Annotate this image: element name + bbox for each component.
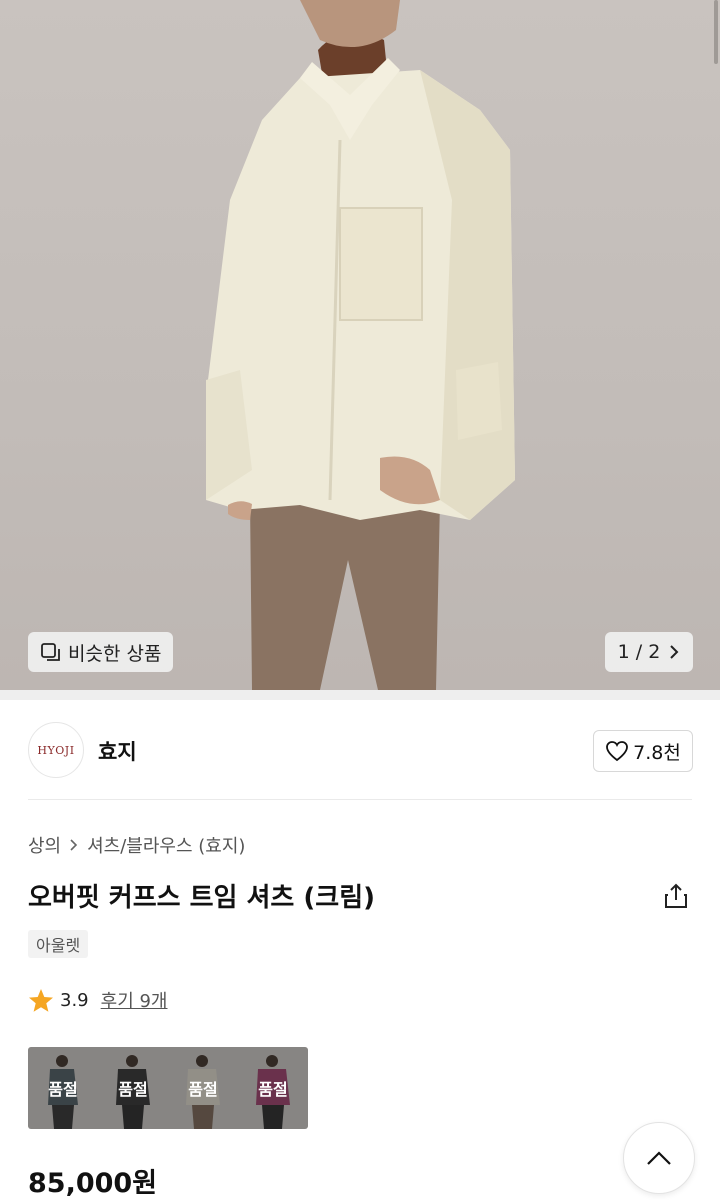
product-title: 오버핏 커프스 트임 셔츠 (크림) <box>28 883 376 913</box>
scroll-indicator <box>714 0 718 64</box>
sold-out-label: 품절 <box>28 1047 98 1129</box>
sold-out-label: 품절 <box>168 1047 238 1129</box>
chevron-right-icon <box>70 839 78 851</box>
rating-value: 3.9 <box>60 989 89 1011</box>
outlet-badge: 아울렛 <box>28 930 89 958</box>
sold-out-label: 품절 <box>238 1047 308 1129</box>
page-count: 1 / 2 <box>617 641 661 663</box>
scroll-to-top-button[interactable] <box>623 1122 695 1194</box>
similar-icon <box>41 643 60 661</box>
reviews-link[interactable]: 후기 9개 <box>101 987 168 1013</box>
color-option-2[interactable]: 품절 <box>98 1047 168 1129</box>
sold-out-label: 품절 <box>98 1047 168 1129</box>
color-option-4[interactable]: 품절 <box>238 1047 308 1129</box>
color-option-3[interactable]: 품절 <box>168 1047 238 1129</box>
chevron-right-icon <box>670 645 679 659</box>
chevron-up-icon <box>647 1151 671 1165</box>
similar-products-button[interactable]: 비슷한 상품 <box>28 632 174 672</box>
share-icon[interactable] <box>662 882 690 910</box>
product-image[interactable]: 비슷한 상품 1 / 2 <box>0 0 720 690</box>
brand-logo[interactable]: HYOJI <box>28 722 84 778</box>
rating-row: 3.9 후기 9개 <box>28 987 168 1013</box>
like-count: 7.8천 <box>633 741 681 764</box>
breadcrumb-subcategory[interactable]: 셔츠/블라우스 (효지) <box>87 832 245 858</box>
brand-logo-text: HYOJI <box>37 743 75 757</box>
divider <box>28 799 692 800</box>
breadcrumb-category[interactable]: 상의 <box>28 832 61 858</box>
brand-name[interactable]: 효지 <box>98 736 137 766</box>
image-progress-track <box>0 690 720 700</box>
heart-icon <box>606 741 629 762</box>
breadcrumb: 상의 셔츠/블라우스 (효지) <box>28 832 245 858</box>
star-icon <box>29 988 53 1012</box>
color-options: 품절 품절 품절 품절 <box>28 1047 308 1129</box>
similar-products-label: 비슷한 상품 <box>68 642 162 665</box>
product-photo <box>206 0 515 690</box>
image-page-indicator[interactable]: 1 / 2 <box>605 632 693 672</box>
like-button[interactable]: 7.8천 <box>593 730 693 772</box>
color-option-1[interactable]: 품절 <box>28 1047 98 1129</box>
product-price: 85,000원 <box>28 1168 158 1199</box>
